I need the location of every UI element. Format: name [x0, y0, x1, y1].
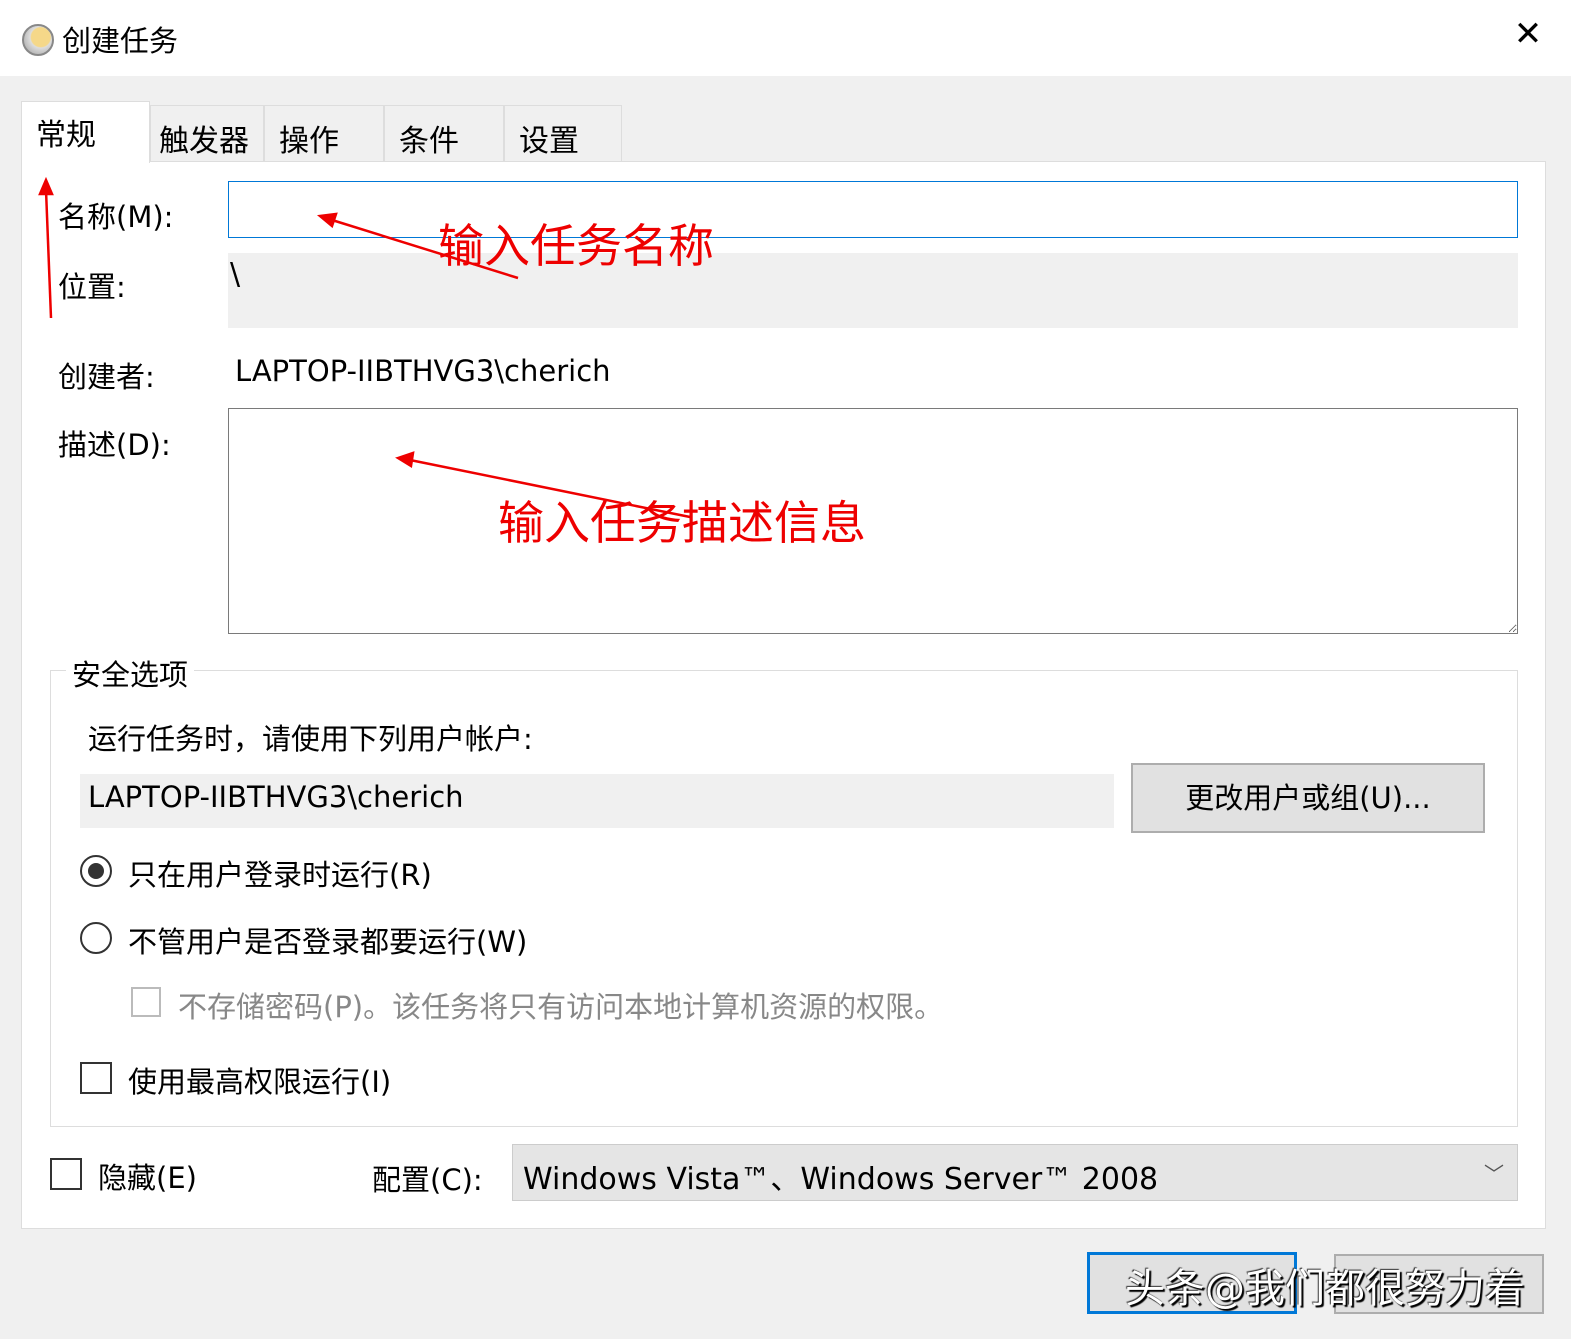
- annotation-arrow-vertical: [44, 189, 53, 319]
- annotation-arrows: [38, 176, 691, 519]
- arrowhead-icon: [38, 176, 54, 196]
- tab-general[interactable]: 常规: [21, 101, 150, 163]
- annotation-desc-hint: 输入任务描述信息: [498, 496, 866, 550]
- arrowhead-icon: [395, 451, 415, 469]
- annotation-name-hint: 输入任务名称: [438, 219, 714, 273]
- arrowhead-icon: [316, 212, 338, 229]
